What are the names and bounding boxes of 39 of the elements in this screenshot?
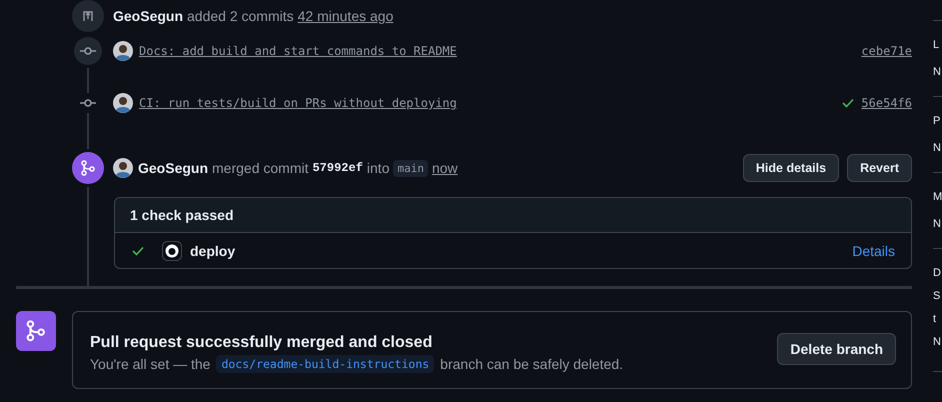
sidebar-text: D xyxy=(933,266,942,280)
event-text: merged commit xyxy=(212,160,308,176)
avatar-icon xyxy=(113,41,133,61)
sidebar-text: N xyxy=(933,65,942,79)
checks-summary: 1 check passed xyxy=(115,198,911,233)
event-text: added 2 commits xyxy=(187,8,294,24)
details-link[interactable]: Details xyxy=(852,242,895,258)
merge-status-text: You're all set — the xyxy=(90,356,210,372)
branch-label[interactable]: docs/readme-build-instructions xyxy=(216,354,434,372)
merge-status-title: Pull request successfully merged and closed xyxy=(90,334,434,352)
time-link[interactable]: now xyxy=(432,160,458,176)
commit-sha-link[interactable]: 56e54f6 xyxy=(861,96,912,110)
sidebar-text: M xyxy=(933,190,942,204)
sidebar-text: N xyxy=(933,217,942,231)
author-link[interactable]: GeoSegun xyxy=(138,160,208,176)
event-text: into xyxy=(366,160,390,176)
avatar-icon xyxy=(113,93,133,113)
merge-status-text: branch can be safely deleted. xyxy=(440,356,624,372)
sidebar-text: L xyxy=(933,38,940,52)
commit-sha-link[interactable]: cebe71e xyxy=(861,44,912,58)
branch-label[interactable]: main xyxy=(393,160,428,176)
sidebar-text: S xyxy=(933,289,942,303)
time-link[interactable]: 42 minutes ago xyxy=(298,8,394,24)
sidebar-text: N xyxy=(933,335,942,349)
delete-branch-button[interactable]: Delete branch xyxy=(777,333,896,365)
check-name: deploy xyxy=(190,242,236,258)
author-link[interactable]: GeoSegun xyxy=(113,8,184,24)
commit-message-link[interactable]: CI: run tests/build on PRs without deploying xyxy=(139,96,457,110)
avatar-icon xyxy=(113,158,133,178)
commit-message-link[interactable]: Docs: add build and start commands to README xyxy=(139,44,457,58)
commit-sha[interactable]: 57992ef xyxy=(312,161,363,175)
merge-icon xyxy=(80,160,96,176)
action-button[interactable]: Hide details xyxy=(742,154,840,182)
merge-icon xyxy=(16,311,56,351)
sidebar-text: t xyxy=(933,312,938,326)
action-button[interactable]: Revert xyxy=(847,154,912,182)
sidebar-text: N xyxy=(933,141,942,155)
sidebar-text: P xyxy=(933,114,942,128)
logo-icon xyxy=(162,240,182,260)
